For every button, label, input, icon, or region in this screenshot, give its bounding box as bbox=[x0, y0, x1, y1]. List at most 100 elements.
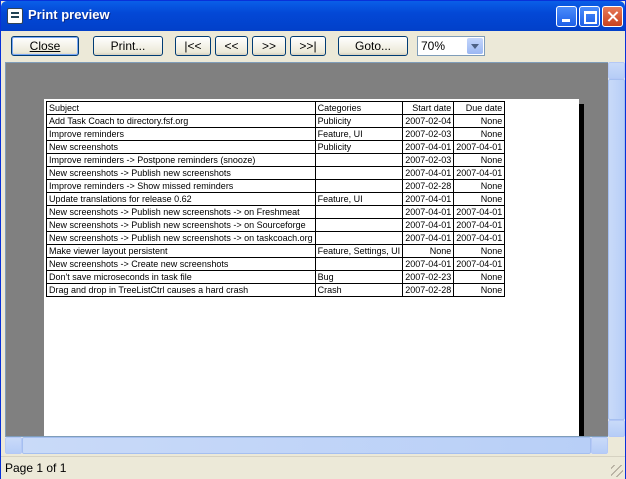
cell-due-date: None bbox=[453, 244, 506, 258]
task-table: Subject Categories Start date Due date A… bbox=[46, 101, 506, 297]
table-header-row: Subject Categories Start date Due date bbox=[46, 101, 506, 115]
header-start-date: Start date bbox=[402, 101, 455, 115]
first-page-button[interactable]: |<< bbox=[175, 36, 211, 56]
cell-subject: New screenshots -> Publish new screensho… bbox=[46, 231, 316, 245]
cell-subject: Improve reminders -> Show missed reminde… bbox=[46, 179, 316, 193]
cell-subject: New screenshots -> Publish new screensho… bbox=[46, 205, 316, 219]
cell-categories bbox=[314, 205, 404, 219]
cell-start-date: 2007-02-28 bbox=[402, 179, 455, 193]
cell-categories bbox=[314, 231, 404, 245]
app-icon bbox=[7, 8, 23, 24]
print-button[interactable]: Print... bbox=[93, 36, 163, 56]
scroll-up-icon[interactable] bbox=[608, 62, 625, 79]
cell-due-date: 2007-04-01 bbox=[453, 218, 506, 232]
table-row: New screenshots -> Publish new screensho… bbox=[46, 218, 506, 232]
cell-start-date: 2007-04-01 bbox=[402, 192, 455, 206]
chevron-down-icon[interactable] bbox=[467, 38, 483, 54]
table-row: Improve reminders -> Show missed reminde… bbox=[46, 179, 506, 193]
printed-page: Subject Categories Start date Due date A… bbox=[44, 99, 579, 436]
cell-start-date: 2007-02-23 bbox=[402, 270, 455, 284]
table-row: Improve reminders -> Postpone reminders … bbox=[46, 153, 506, 167]
header-due-date: Due date bbox=[453, 101, 506, 115]
table-row: Improve reminders Feature, UI 2007-02-03 No… bbox=[46, 127, 506, 141]
cell-due-date: 2007-04-01 bbox=[453, 231, 506, 245]
cell-start-date: 2007-02-03 bbox=[402, 127, 455, 141]
cell-due-date: None bbox=[453, 153, 506, 167]
cell-categories bbox=[314, 257, 404, 271]
preview-toolbar: Close Print... |<< << >> >>| Goto... 70% bbox=[1, 31, 625, 62]
cell-start-date: 2007-02-03 bbox=[402, 153, 455, 167]
horizontal-scroll-thumb[interactable] bbox=[22, 437, 591, 454]
table-row: New screenshots Publicity 2007-04-01 2007-0… bbox=[46, 140, 506, 154]
horizontal-scrollbar[interactable] bbox=[5, 437, 608, 454]
cell-categories: Feature, UI bbox=[314, 192, 404, 206]
cell-start-date: 2007-02-28 bbox=[402, 283, 455, 297]
cell-categories: Feature, UI bbox=[314, 127, 404, 141]
previous-page-button[interactable]: << bbox=[215, 36, 248, 56]
cell-categories: Publicity bbox=[314, 140, 404, 154]
scrollbar-corner bbox=[608, 437, 625, 454]
cell-subject: Improve reminders bbox=[46, 127, 316, 141]
cell-subject: Drag and drop in TreeListCtrl causes a h… bbox=[46, 283, 316, 297]
close-button[interactable]: Close bbox=[11, 36, 79, 56]
vertical-scroll-thumb[interactable] bbox=[608, 79, 625, 420]
cell-subject: Make viewer layout persistent bbox=[46, 244, 316, 258]
cell-due-date: None bbox=[453, 127, 506, 141]
table-row: Make viewer layout persistent Feature, Se… bbox=[46, 244, 506, 258]
cell-categories bbox=[314, 179, 404, 193]
table-row: New screenshots -> Publish new screensho… bbox=[46, 231, 506, 245]
table-row: Drag and drop in TreeListCtrl causes a h… bbox=[46, 283, 506, 297]
zoom-value: 70% bbox=[421, 39, 446, 53]
cell-categories bbox=[314, 166, 404, 180]
next-page-button[interactable]: >> bbox=[252, 36, 286, 56]
print-preview-window: Print preview Close Print... |<< << >> >… bbox=[0, 0, 626, 479]
cell-categories: Publicity bbox=[314, 114, 404, 128]
cell-categories bbox=[314, 153, 404, 167]
cell-start-date: 2007-02-04 bbox=[402, 114, 455, 128]
scroll-right-icon[interactable] bbox=[591, 437, 608, 454]
table-row: Don't save microseconds in task file Bug 2… bbox=[46, 270, 506, 284]
cell-start-date: 2007-04-01 bbox=[402, 166, 455, 180]
cell-due-date: 2007-04-01 bbox=[453, 140, 506, 154]
header-subject: Subject bbox=[46, 101, 316, 115]
goto-button[interactable]: Goto... bbox=[338, 36, 408, 56]
cell-start-date: 2007-04-01 bbox=[402, 257, 455, 271]
cell-categories: Crash bbox=[314, 283, 404, 297]
cell-subject: Add Task Coach to directory.fsf.org bbox=[46, 114, 316, 128]
table-row: Add Task Coach to directory.fsf.org Publi… bbox=[46, 114, 506, 128]
cell-subject: Update translations for release 0.62 bbox=[46, 192, 316, 206]
cell-due-date: 2007-04-01 bbox=[453, 257, 506, 271]
cell-due-date: None bbox=[453, 270, 506, 284]
title-bar[interactable]: Print preview bbox=[1, 1, 625, 31]
cell-due-date: None bbox=[453, 192, 506, 206]
table-row: Update translations for release 0.62 Feat… bbox=[46, 192, 506, 206]
cell-categories: Feature, Settings, UI bbox=[314, 244, 404, 258]
page-status: Page 1 of 1 bbox=[5, 461, 67, 475]
cell-due-date: 2007-04-01 bbox=[453, 205, 506, 219]
preview-canvas: Subject Categories Start date Due date A… bbox=[5, 62, 610, 437]
cell-start-date: 2007-04-01 bbox=[402, 140, 455, 154]
last-page-button[interactable]: >>| bbox=[290, 36, 326, 56]
scroll-down-icon[interactable] bbox=[608, 420, 625, 437]
cell-start-date: 2007-04-01 bbox=[402, 205, 455, 219]
cell-due-date: 2007-04-01 bbox=[453, 166, 506, 180]
header-categories: Categories bbox=[314, 101, 404, 115]
cell-subject: New screenshots -> Publish new screensho… bbox=[46, 218, 316, 232]
cell-subject: New screenshots bbox=[46, 140, 316, 154]
vertical-scrollbar[interactable] bbox=[608, 62, 625, 437]
table-row: New screenshots -> Publish new screensho… bbox=[46, 166, 506, 180]
zoom-select[interactable]: 70% bbox=[417, 36, 485, 56]
minimize-button[interactable] bbox=[556, 6, 577, 27]
cell-due-date: None bbox=[453, 179, 506, 193]
table-row: New screenshots -> Publish new screensho… bbox=[46, 205, 506, 219]
close-window-button[interactable] bbox=[602, 6, 623, 27]
table-row: New screenshots -> Create new screenshot… bbox=[46, 257, 506, 271]
cell-start-date: None bbox=[402, 244, 455, 258]
cell-due-date: None bbox=[453, 283, 506, 297]
cell-subject: New screenshots -> Publish new screensho… bbox=[46, 166, 316, 180]
resize-grip-icon[interactable] bbox=[611, 465, 623, 477]
scroll-left-icon[interactable] bbox=[5, 437, 22, 454]
cell-start-date: 2007-04-01 bbox=[402, 218, 455, 232]
cell-start-date: 2007-04-01 bbox=[402, 231, 455, 245]
maximize-button[interactable] bbox=[579, 6, 600, 27]
